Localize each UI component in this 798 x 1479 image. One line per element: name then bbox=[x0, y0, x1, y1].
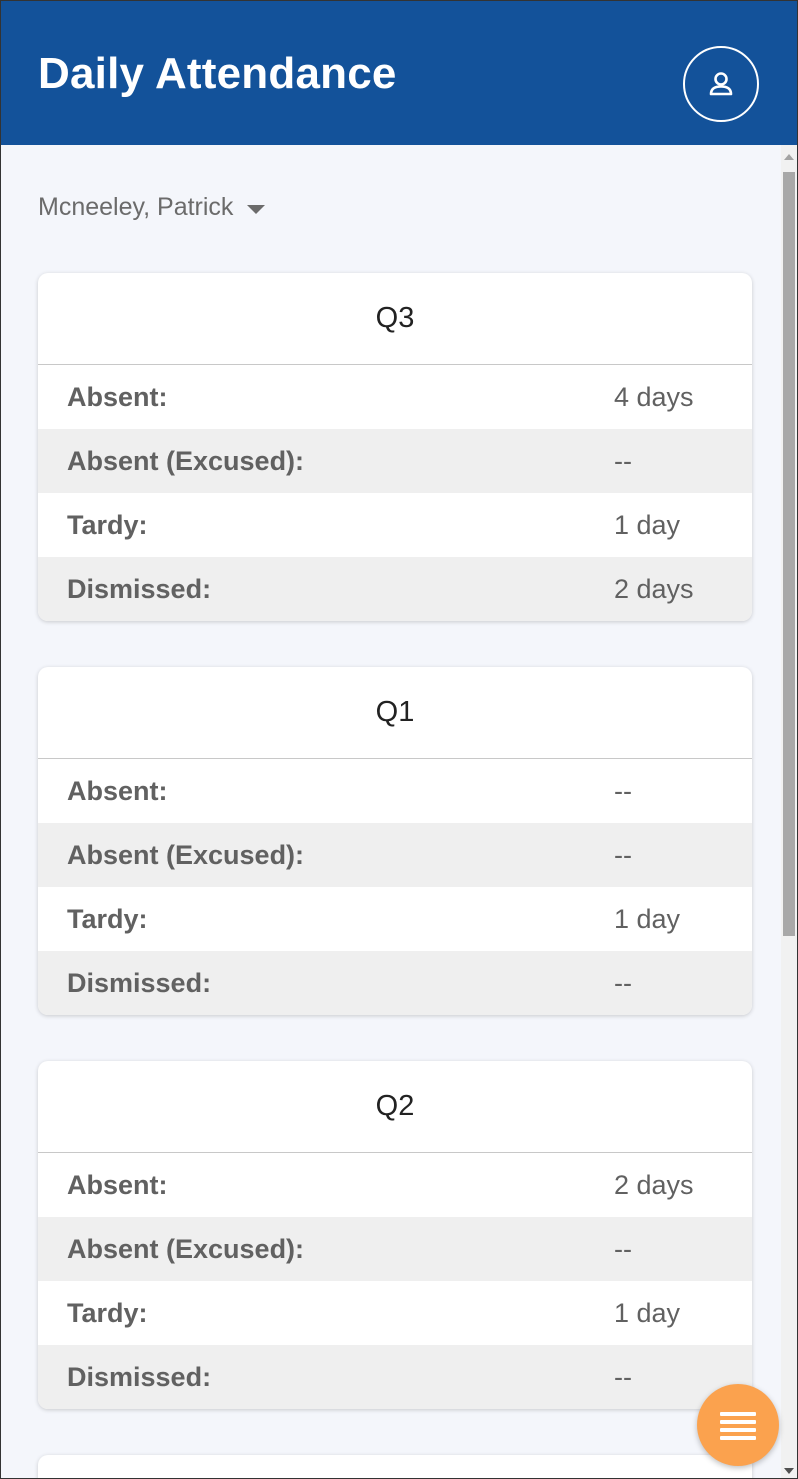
card-title: Q2 bbox=[38, 1061, 752, 1153]
user-icon bbox=[709, 72, 733, 96]
table-row: Tardy: 1 day bbox=[38, 493, 752, 557]
row-label: Absent: bbox=[67, 1169, 168, 1200]
row-value: -- bbox=[614, 839, 632, 870]
table-row: Absent: 2 days bbox=[38, 1153, 752, 1217]
card-title: Q3 bbox=[38, 273, 752, 365]
scrollbar-thumb[interactable] bbox=[783, 172, 795, 936]
caret-down-icon bbox=[247, 204, 266, 214]
menu-fab-button[interactable] bbox=[697, 1384, 779, 1466]
row-value: 1 day bbox=[614, 1297, 681, 1328]
table-row: Absent: 4 days bbox=[38, 365, 752, 429]
row-label: Dismissed: bbox=[67, 967, 212, 998]
row-label: Tardy: bbox=[67, 509, 148, 540]
student-name: Mcneeley, Patrick bbox=[38, 193, 234, 221]
row-label: Tardy: bbox=[67, 1297, 148, 1328]
table-row: Dismissed: 2 days bbox=[38, 557, 752, 621]
row-value: -- bbox=[614, 775, 632, 806]
attendance-card-next bbox=[38, 1455, 752, 1478]
attendance-card-q1: Q1 Absent: -- Absent (Excused): -- Tardy… bbox=[38, 667, 752, 1015]
row-label: Tardy: bbox=[67, 903, 148, 934]
table-row: Tardy: 1 day bbox=[38, 1281, 752, 1345]
row-value: -- bbox=[614, 1233, 632, 1264]
page-title: Daily Attendance bbox=[38, 49, 397, 98]
row-value: 1 day bbox=[614, 903, 681, 934]
attendance-card-q3: Q3 Absent: 4 days Absent (Excused): -- T… bbox=[38, 273, 752, 621]
profile-button[interactable] bbox=[683, 46, 759, 122]
attendance-card-q2: Q2 Absent: 2 days Absent (Excused): -- T… bbox=[38, 1061, 752, 1409]
menu-icon bbox=[720, 1412, 756, 1440]
row-label: Absent (Excused): bbox=[67, 1233, 305, 1264]
row-value: 1 day bbox=[614, 509, 681, 540]
table-row: Absent (Excused): -- bbox=[38, 1217, 752, 1281]
row-value: -- bbox=[614, 1361, 632, 1392]
row-label: Dismissed: bbox=[67, 573, 212, 604]
row-label: Dismissed: bbox=[67, 1361, 212, 1392]
student-dropdown[interactable]: Mcneeley, Patrick bbox=[38, 193, 266, 222]
table-row: Absent (Excused): -- bbox=[38, 823, 752, 887]
table-row: Tardy: 1 day bbox=[38, 887, 752, 951]
row-label: Absent: bbox=[67, 775, 168, 806]
scroll-up-arrow-icon[interactable] bbox=[784, 154, 794, 160]
row-value: 4 days bbox=[614, 381, 694, 412]
table-row: Dismissed: -- bbox=[38, 1345, 752, 1409]
app-frame: Daily Attendance Mcneeley, Patrick Q3 Ab… bbox=[0, 0, 798, 1479]
row-value: -- bbox=[614, 445, 632, 476]
attendance-content: Mcneeley, Patrick Q3 Absent: 4 days Abse… bbox=[1, 145, 781, 1478]
row-label: Absent: bbox=[67, 381, 168, 412]
row-label: Absent (Excused): bbox=[67, 445, 305, 476]
scroll-down-arrow-icon[interactable] bbox=[784, 1468, 794, 1474]
row-value: 2 days bbox=[614, 573, 694, 604]
table-row: Absent (Excused): -- bbox=[38, 429, 752, 493]
card-title: Q1 bbox=[38, 667, 752, 759]
table-row: Dismissed: -- bbox=[38, 951, 752, 1015]
table-row: Absent: -- bbox=[38, 759, 752, 823]
row-value: 2 days bbox=[614, 1169, 694, 1200]
app-header: Daily Attendance bbox=[1, 1, 797, 145]
row-value: -- bbox=[614, 967, 632, 998]
row-label: Absent (Excused): bbox=[67, 839, 305, 870]
vertical-scrollbar[interactable] bbox=[781, 145, 797, 1478]
